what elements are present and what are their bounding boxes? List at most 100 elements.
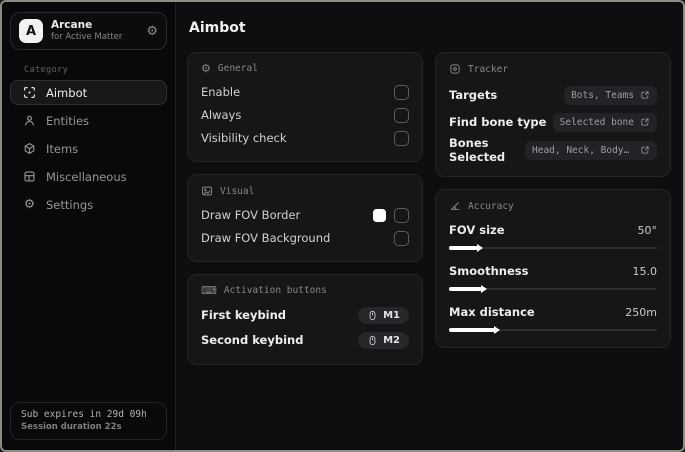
targets-select[interactable]: Bots, Teams [564,85,657,105]
cube-icon [23,142,36,155]
setting-row-fov-background: Draw FOV Background [201,227,409,249]
brand-header: A Arcane for Active Matter ⚙ [10,12,167,50]
gear-icon: ⚙ [201,62,211,75]
setting-row-bones-selected: Bones Selected Head, Neck, Body, Pe… [449,136,657,164]
setting-row-fov-border: Draw FOV Border [201,204,409,226]
accuracy-card: Accuracy FOV size 50° Smoothness 15.0 Ma… [435,189,671,348]
setting-label: Visibility check [201,131,287,145]
setting-row-visibility-check: Visibility check [201,127,409,149]
tracker-card: Tracker Targets Bots, Teams Find bone ty… [435,52,671,177]
sidebar-item-label: Entities [46,113,90,128]
select-value: Head, Neck, Body, Pe… [532,144,634,156]
sub-expiry-text: Sub expires in 29d 09h [21,409,147,420]
setting-row-always: Always [201,104,409,126]
crosshair-scan-icon [23,86,36,99]
slider-thumb[interactable] [493,326,500,334]
setting-label: FOV size [449,223,505,237]
sidebar-item-items[interactable]: Items [10,136,167,161]
card-title: Activation buttons [223,285,327,296]
panels-icon [23,170,36,183]
sidebar-item-label: Settings [46,197,94,212]
left-column: ⚙ General Enable Always Visibility check [187,52,423,365]
enable-checkbox[interactable] [394,84,409,100]
setting-label: Second keybind [201,333,304,347]
angle-icon [451,202,460,210]
session-duration-text: Session duration 22s [21,422,122,432]
expand-icon [641,91,649,99]
setting-row-smoothness: Smoothness 15.0 [449,260,657,294]
subscription-info: Sub expires in 29d 09h Session duration … [10,402,167,440]
setting-row-fov-size: FOV size 50° [449,219,657,253]
smoothness-slider[interactable] [449,285,657,294]
target-box-icon [450,64,460,74]
general-card: ⚙ General Enable Always Visibility check [187,52,423,162]
gear-icon[interactable]: ⚙ [146,25,158,38]
find-bone-type-select[interactable]: Selected bone [552,112,657,132]
sidebar-item-aimbot[interactable]: Aimbot [10,80,167,105]
bones-selected-select[interactable]: Head, Neck, Body, Pe… [525,140,657,160]
sidebar-item-label: Aimbot [46,85,88,100]
keybind-value: M2 [383,334,400,346]
visibility-check-checkbox[interactable] [394,130,409,146]
slider-thumb[interactable] [477,244,484,252]
setting-row-enable: Enable [201,81,409,103]
setting-label: Max distance [449,305,535,319]
setting-label: First keybind [201,308,287,322]
second-keybind-button[interactable]: M2 [358,331,409,349]
fov-size-slider[interactable] [449,244,657,253]
setting-row-max-distance: Max distance 250m [449,301,657,335]
setting-label: Draw FOV Border [201,208,301,222]
setting-label: Enable [201,85,241,99]
slider-value: 250m [625,305,657,319]
app-window: A Arcane for Active Matter ⚙ Category Ai… [0,0,685,452]
sidebar-item-label: Items [46,141,79,156]
activation-card-header: ⌨ Activation buttons [201,285,409,296]
visual-card: Visual Draw FOV Border Draw FOV Backgrou… [187,174,423,262]
setting-row-targets: Targets Bots, Teams [449,82,657,108]
slider-value: 15.0 [632,264,658,278]
fov-border-checkbox[interactable] [394,207,409,223]
slider-fill [449,244,484,252]
select-value: Bots, Teams [571,89,634,101]
sidebar-item-settings[interactable]: ⚙ Settings [10,192,167,217]
setting-row-second-keybind: Second keybind M2 [201,328,409,352]
fov-border-color-swatch[interactable] [373,208,386,222]
category-label: Category [24,65,69,75]
select-value: Selected bone [559,116,634,128]
setting-label: Draw FOV Background [201,231,331,245]
expand-icon [641,146,649,154]
main-content: Aimbot ⚙ General Enable Always Visibilit… [177,2,683,450]
tracker-card-header: Tracker [449,63,657,75]
setting-label: Bones Selected [449,136,506,164]
gear-icon: ⚙ [23,196,36,212]
accuracy-card-header: Accuracy [449,200,657,212]
sidebar-item-miscellaneous[interactable]: Miscellaneous [10,164,167,189]
slider-thumb[interactable] [481,285,488,293]
image-icon [202,186,212,196]
card-title: Visual [220,185,255,197]
mouse-icon [369,335,376,345]
always-checkbox[interactable] [394,107,409,123]
setting-label: Targets [449,88,498,102]
sidebar-item-entities[interactable]: Entities [10,108,167,133]
card-title: Accuracy [468,200,514,212]
mouse-icon [369,310,376,320]
setting-label: Always [201,108,242,122]
fov-background-checkbox[interactable] [394,230,409,246]
visual-card-header: Visual [201,185,409,197]
slider-fill [449,285,488,293]
person-icon [23,114,36,127]
setting-label: Find bone type [449,115,547,129]
keybind-value: M1 [383,309,400,321]
setting-row-first-keybind: First keybind M1 [201,303,409,327]
sidebar: A Arcane for Active Matter ⚙ Category Ai… [2,2,176,450]
first-keybind-button[interactable]: M1 [358,306,409,324]
max-distance-slider[interactable] [449,326,657,335]
brand-text: Arcane for Active Matter [51,19,122,43]
app-name: Arcane [51,19,93,32]
keyboard-icon: ⌨ [201,284,217,297]
app-subtitle: for Active Matter [51,32,123,43]
card-title: General [217,63,258,74]
expand-icon [641,118,649,126]
activation-card: ⌨ Activation buttons First keybind M1 Se… [187,274,423,365]
